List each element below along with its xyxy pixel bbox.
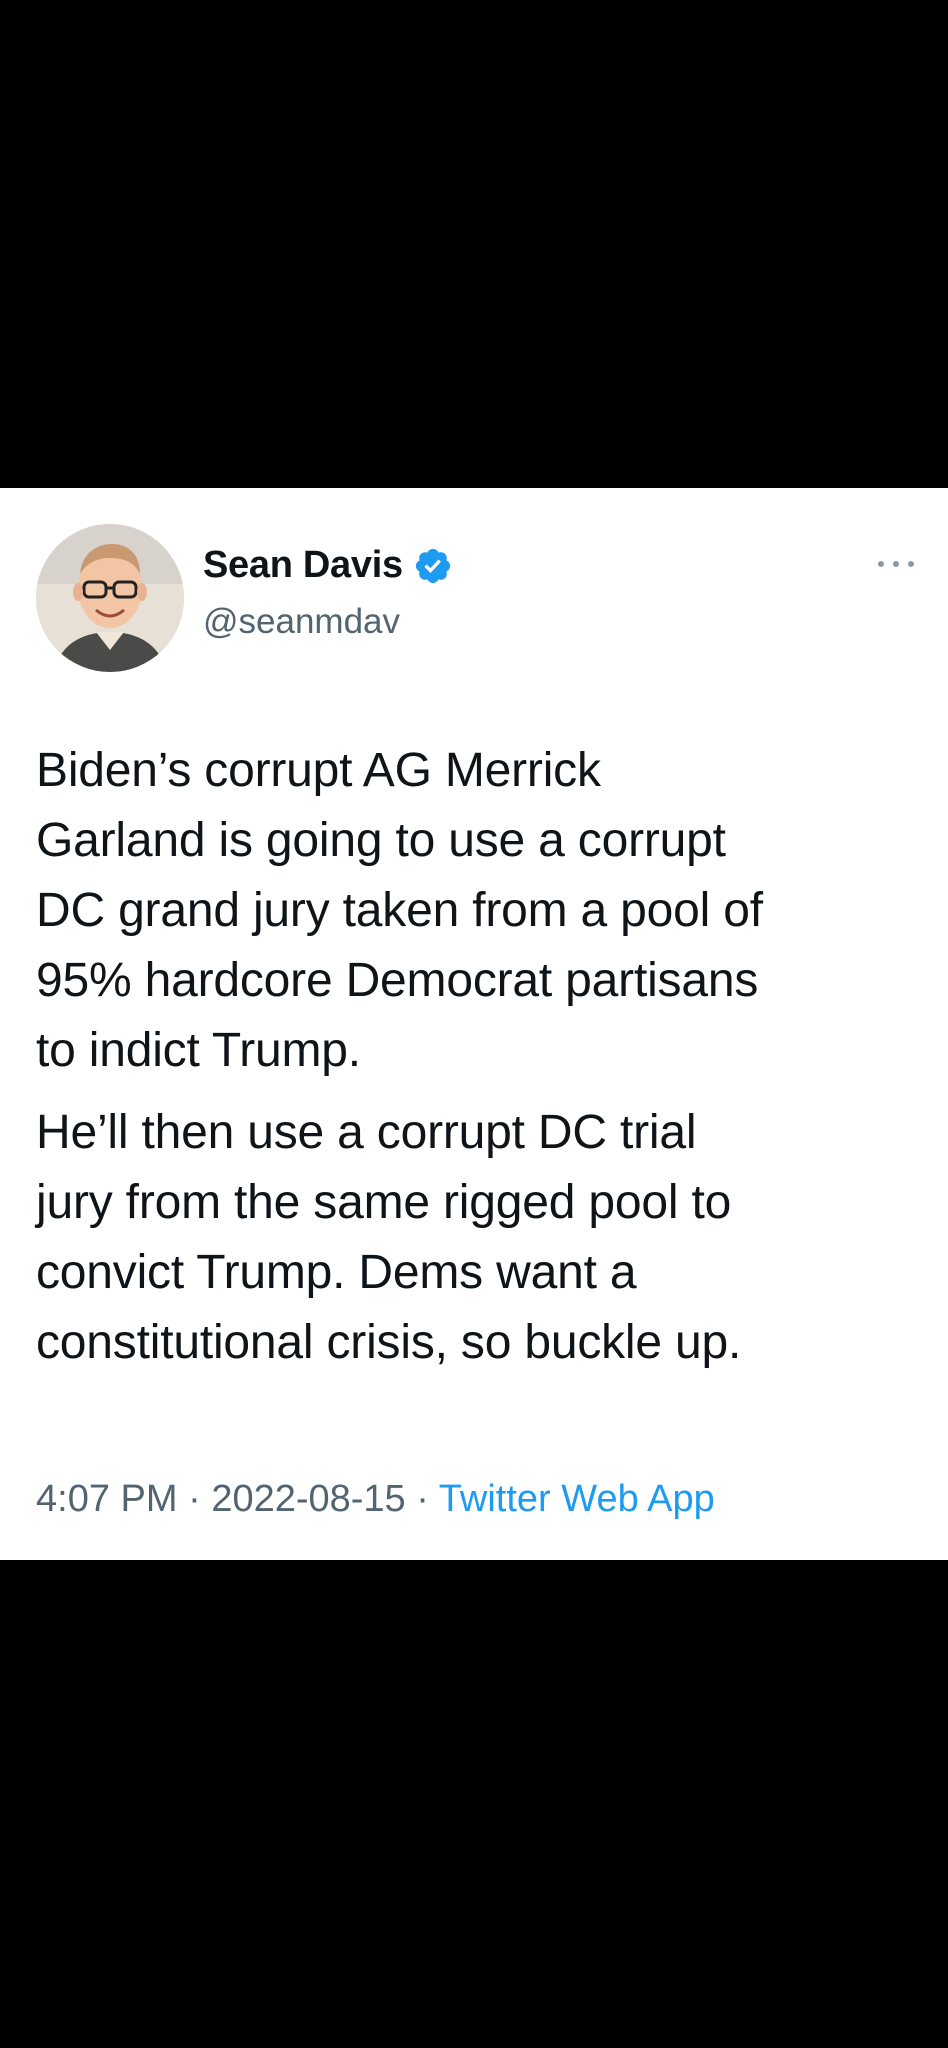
tweet-card: Sean Davis @seanmdav Biden’s corrupt AG … <box>0 488 948 1560</box>
author-name-row[interactable]: Sean Davis <box>203 544 453 587</box>
avatar[interactable] <box>36 524 184 672</box>
tweet-date[interactable]: 2022-08-15 <box>211 1478 405 1520</box>
verified-badge-icon <box>413 546 453 586</box>
tweet-text: Biden’s corrupt AG Merrick Garland is go… <box>36 736 926 1390</box>
tweet-source-link[interactable]: Twitter Web App <box>439 1478 715 1520</box>
author-display-name[interactable]: Sean Davis <box>203 544 403 587</box>
tweet-meta: 4:07 PM · 2022-08-15 · Twitter Web App <box>36 1478 715 1521</box>
meta-separator: · <box>405 1478 439 1520</box>
more-dot <box>893 561 899 567</box>
meta-separator: · <box>177 1478 212 1520</box>
avatar-image <box>36 524 184 672</box>
more-dot <box>878 561 884 567</box>
more-dot <box>908 561 914 567</box>
author-handle[interactable]: @seanmdav <box>203 602 400 642</box>
tweet-time[interactable]: 4:07 PM <box>36 1478 178 1520</box>
tweet-paragraph: Biden’s corrupt AG Merrick Garland is go… <box>36 744 763 1077</box>
more-options-icon[interactable] <box>878 558 914 570</box>
tweet-paragraph: He’ll then use a corrupt DC trial jury f… <box>36 1106 742 1369</box>
